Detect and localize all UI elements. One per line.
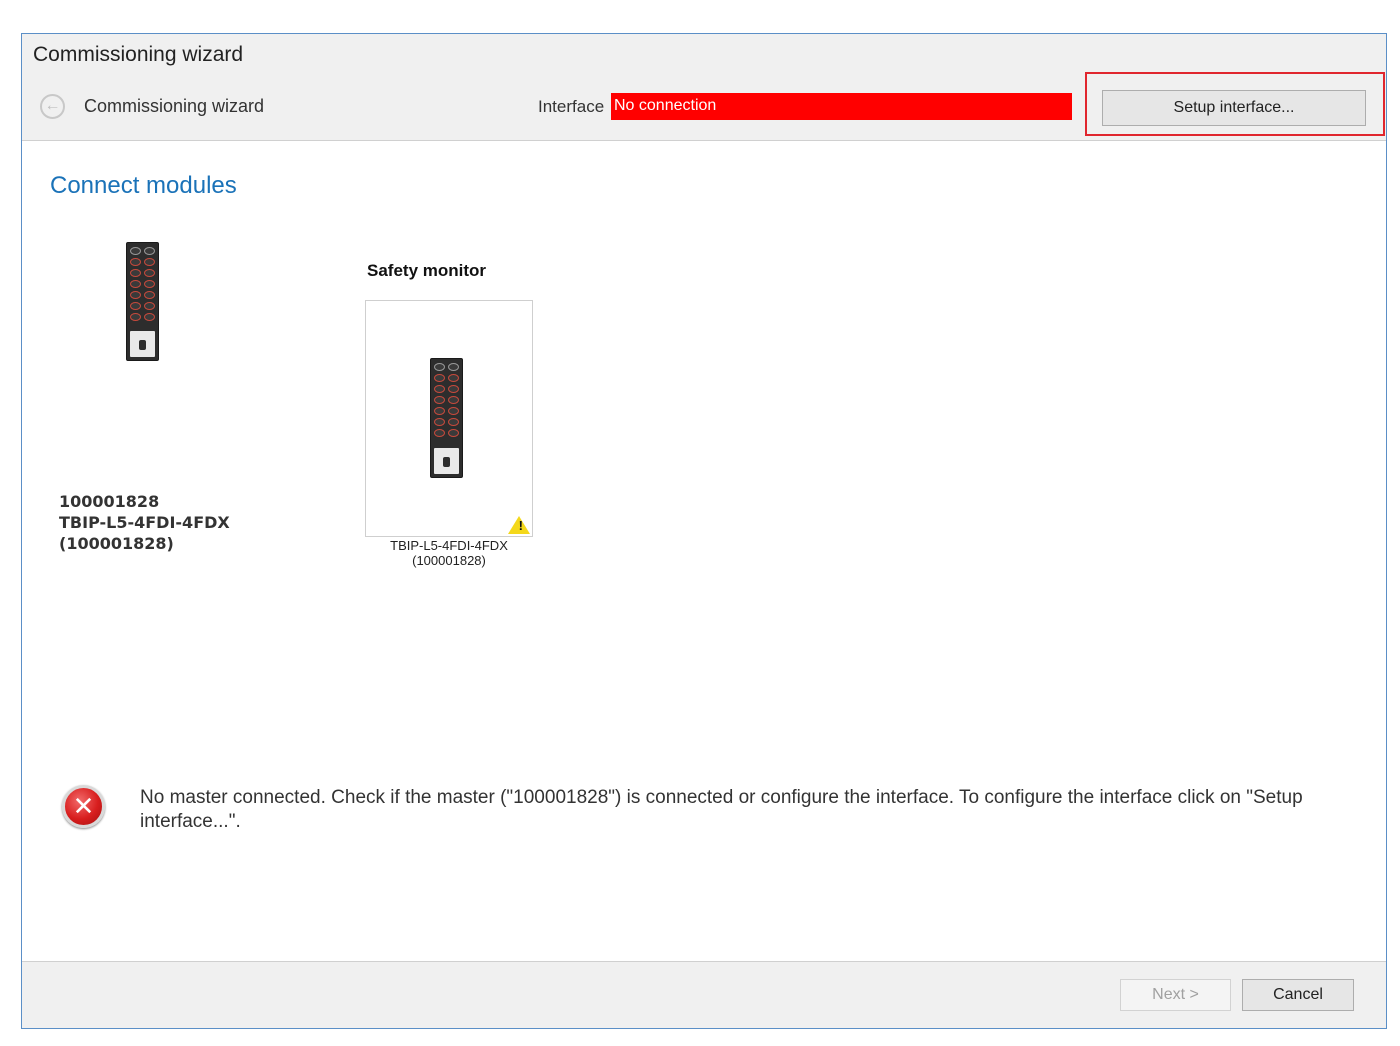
interface-status-field: No connection	[611, 93, 1072, 120]
wizard-header: Commissioning wizard ← Commissioning wiz…	[22, 34, 1386, 141]
window-title: Commissioning wizard	[33, 43, 244, 66]
commissioning-wizard-window: Commissioning wizard ← Commissioning wiz…	[21, 33, 1387, 1029]
setup-interface-button[interactable]: Setup interface...	[1102, 90, 1366, 126]
arrow-left-icon: ←	[44, 97, 61, 114]
section-title: Connect modules	[50, 172, 237, 199]
master-device-label: 100001828 TBIP-L5-4FDI-4FDX (100001828)	[59, 492, 230, 553]
safety-monitor-slot[interactable]: !	[365, 300, 533, 537]
back-button[interactable]: ←	[40, 94, 65, 119]
safety-monitor-title: Safety monitor	[367, 261, 487, 280]
error-icon: ✕	[62, 785, 105, 828]
safety-monitor-device-image	[430, 358, 463, 478]
safety-monitor-caption: TBIP-L5-4FDI-4FDX (100001828)	[390, 538, 508, 568]
wizard-footer: Next > Cancel	[22, 961, 1386, 1028]
error-message: No master connected. Check if the master…	[140, 787, 1303, 832]
interface-label: Interface	[538, 97, 605, 116]
master-device-image[interactable]	[126, 242, 159, 361]
cancel-button[interactable]: Cancel	[1242, 979, 1354, 1011]
next-button[interactable]: Next >	[1120, 979, 1231, 1011]
breadcrumb: Commissioning wizard	[84, 96, 265, 116]
